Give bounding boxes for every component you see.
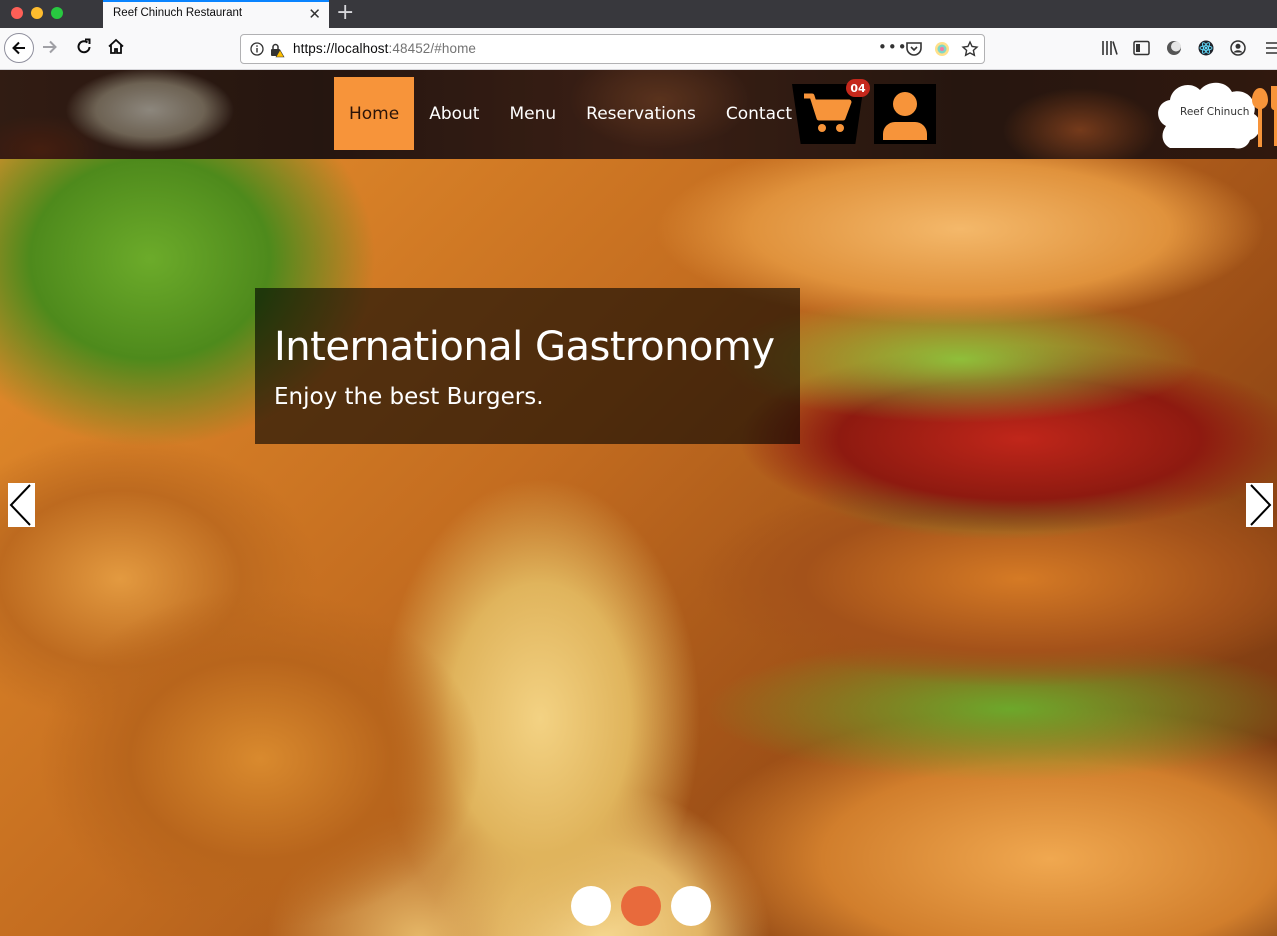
pocket-icon[interactable] — [905, 41, 923, 57]
library-icon[interactable] — [1101, 40, 1119, 56]
nav-item-home[interactable]: Home — [334, 77, 415, 150]
url-text[interactable]: https://localhost:48452/#home — [293, 41, 476, 56]
carousel-dot-3[interactable] — [671, 886, 711, 926]
browser-tab-bar: Reef Chinuch Restaurant ✕ + — [0, 0, 1277, 28]
browser-toolbar: https://localhost:48452/#home ••• — [0, 28, 1277, 70]
maximize-window-button[interactable] — [51, 7, 63, 19]
browser-tab[interactable]: Reef Chinuch Restaurant ✕ — [103, 0, 329, 28]
url-path: :48452/#home — [388, 41, 477, 56]
back-button[interactable] — [4, 33, 34, 63]
carousel-indicators — [571, 886, 711, 926]
lock-icon[interactable] — [269, 42, 285, 58]
page-content: Home About Menu Reservations Contact 04 — [0, 70, 1277, 936]
nav-item-menu[interactable]: Menu — [494, 77, 571, 150]
chevron-right-icon — [1250, 484, 1272, 526]
forward-button[interactable] — [40, 37, 60, 61]
hero-carousel: International Gastronomy Enjoy the best … — [0, 159, 1277, 936]
bookmark-star-icon[interactable] — [961, 40, 979, 58]
account-icon[interactable] — [1230, 40, 1246, 56]
home-button[interactable] — [106, 37, 126, 61]
user-icon — [883, 92, 927, 140]
page-actions-icon[interactable]: ••• — [878, 38, 908, 56]
url-host: https://localhost — [293, 41, 389, 56]
main-nav: Home About Menu Reservations Contact — [334, 77, 807, 150]
menu-icon[interactable] — [1266, 40, 1277, 56]
restaurant-logo[interactable]: Reef Chinuch — [1150, 72, 1277, 154]
close-window-button[interactable] — [11, 7, 23, 19]
carousel-next-button[interactable] — [1246, 483, 1273, 527]
forward-icon — [43, 40, 57, 54]
user-account-button[interactable] — [874, 84, 936, 144]
back-icon — [12, 41, 25, 55]
site-header: Home About Menu Reservations Contact 04 — [0, 70, 1277, 159]
extension-icon[interactable] — [934, 41, 950, 57]
tab-close-icon[interactable]: ✕ — [308, 5, 321, 23]
tab-title: Reef Chinuch Restaurant — [113, 7, 243, 19]
carousel-dot-1[interactable] — [571, 886, 611, 926]
address-bar[interactable]: https://localhost:48452/#home ••• — [240, 34, 985, 64]
info-icon[interactable] — [250, 42, 264, 56]
minimize-window-button[interactable] — [31, 7, 43, 19]
nav-item-about[interactable]: About — [414, 77, 494, 150]
logo-text: Reef Chinuch — [1180, 106, 1250, 118]
dark-mode-icon[interactable] — [1166, 40, 1182, 56]
chevron-left-icon — [9, 484, 31, 526]
reload-button[interactable] — [74, 37, 94, 61]
hero-subtitle: Enjoy the best Burgers. — [274, 384, 544, 410]
cart-count-badge: 04 — [846, 79, 870, 97]
hero-caption: International Gastronomy Enjoy the best … — [255, 288, 800, 444]
hero-title: International Gastronomy — [274, 324, 775, 370]
home-icon — [108, 38, 124, 54]
carousel-dot-2[interactable] — [621, 886, 661, 926]
carousel-prev-button[interactable] — [8, 483, 35, 527]
new-tab-button[interactable]: + — [336, 0, 354, 25]
reload-icon — [77, 38, 91, 54]
sidebar-icon[interactable] — [1133, 40, 1150, 56]
nav-item-reservations[interactable]: Reservations — [571, 77, 711, 150]
react-devtools-icon[interactable] — [1198, 40, 1214, 56]
